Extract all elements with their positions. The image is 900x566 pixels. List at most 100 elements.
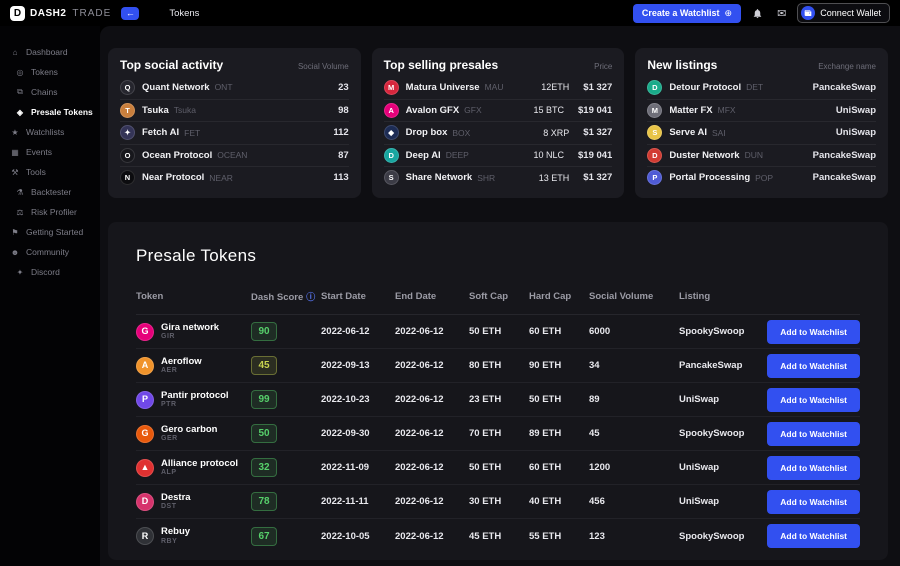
card-list-item[interactable]: D Duster Network DUN PancakeSwap xyxy=(647,144,876,167)
create-watchlist-label: Create a Watchlist xyxy=(642,8,720,18)
sidebar-item-label: Dashboard xyxy=(26,47,68,57)
token-value: PancakeSwap xyxy=(813,172,876,183)
actions-cell: Add to Watchlist xyxy=(764,320,860,344)
sidebar-item-label: Events xyxy=(26,147,52,157)
token-name: Gira network xyxy=(161,322,219,333)
dash-score-cell: 99 xyxy=(251,390,321,409)
sidebar-item[interactable]: ✦ Discord xyxy=(0,262,100,282)
add-to-watchlist-button[interactable]: Add to Watchlist xyxy=(767,524,860,548)
soft-cap: 50 ETH xyxy=(469,326,529,337)
social-volume: 6000 xyxy=(589,326,679,337)
token-ticker: AER xyxy=(161,367,202,375)
app-logo[interactable]: D DASH2 TRADE xyxy=(10,6,111,21)
sidebar-item[interactable]: ⧉ Chains xyxy=(0,82,100,102)
soft-cap: 45 ETH xyxy=(469,531,529,542)
sidebar-item-label: Risk Profiler xyxy=(31,207,77,217)
add-to-watchlist-button[interactable]: Add to Watchlist xyxy=(767,388,860,412)
token-ticker: FET xyxy=(184,128,200,138)
card-list-item[interactable]: D Deep AI DEEP 10 NLC $19 041 xyxy=(384,144,613,167)
info-icon[interactable]: ⓘ xyxy=(306,292,315,302)
table-row: A Aeroflow AER 45 2022-09-13 2022-06-12 … xyxy=(136,349,860,383)
sidebar-list: ⌂ Dashboard ◎ Tokens ⧉ Chains ◈ Presale … xyxy=(0,42,100,282)
sidebar-item-label: Getting Started xyxy=(26,227,83,237)
card-title: Top selling presales xyxy=(384,58,498,72)
card-list-item[interactable]: P Portal Processing POP PancakeSwap xyxy=(647,166,876,189)
sidebar-item-label: Tokens xyxy=(31,67,58,77)
create-watchlist-button[interactable]: Create a Watchlist ⊕ xyxy=(633,4,741,23)
sidebar-item-icon: ⌂ xyxy=(10,48,20,57)
soft-cap: 70 ETH xyxy=(469,428,529,439)
card-list-item[interactable]: A Avalon GFX GFX 15 BTC $19 041 xyxy=(384,99,613,122)
dash-score-cell: 67 xyxy=(251,527,321,546)
logo-text: DASH2 xyxy=(30,8,66,19)
sidebar-item-icon: ▦ xyxy=(10,148,20,157)
token-value: $1 327 xyxy=(583,172,612,183)
card-list-item[interactable]: S Serve AI SAI UniSwap xyxy=(647,121,876,144)
sidebar-item[interactable]: ★ Watchlists xyxy=(0,122,100,142)
token-value: UniSwap xyxy=(836,127,876,138)
add-to-watchlist-button[interactable]: Add to Watchlist xyxy=(767,422,860,446)
card-list-item[interactable]: O Ocean Protocol OCEAN 87 xyxy=(120,144,349,167)
messages-envelope-icon[interactable]: ✉ xyxy=(774,7,789,20)
end-date: 2022-06-12 xyxy=(395,462,469,473)
sidebar-item[interactable]: ▦ Events xyxy=(0,142,100,162)
sidebar-item[interactable]: ⚑ Getting Started xyxy=(0,222,100,242)
card-list-item[interactable]: D Detour Protocol DET PancakeSwap xyxy=(647,76,876,99)
add-to-watchlist-button[interactable]: Add to Watchlist xyxy=(767,354,860,378)
token-icon: D xyxy=(384,148,399,163)
card-list-item[interactable]: Q Quant Network ONT 23 xyxy=(120,76,349,99)
sidebar-item[interactable]: ⌂ Dashboard xyxy=(0,42,100,62)
token-ticker: BOX xyxy=(452,128,470,138)
token-icon: N xyxy=(120,170,135,185)
card-list-item[interactable]: T Tsuka Tsuka 98 xyxy=(120,99,349,122)
card-list-item[interactable]: N Near Protocol NEAR 113 xyxy=(120,166,349,189)
panel-title: Presale Tokens xyxy=(136,246,860,266)
card-list-item[interactable]: M Matter FX MFX UniSwap xyxy=(647,99,876,122)
start-date: 2022-09-30 xyxy=(321,428,395,439)
listing: SpookySwoop xyxy=(679,326,764,337)
add-to-watchlist-button[interactable]: Add to Watchlist xyxy=(767,490,860,514)
token-name: Pantir protocol xyxy=(161,390,229,401)
sidebar-item[interactable]: ⚒ Tools xyxy=(0,162,100,182)
card-list-item[interactable]: ◆ Drop box BOX 8 XRP $1 327 xyxy=(384,121,613,144)
token-icon: D xyxy=(136,493,154,511)
sidebar-item[interactable]: ⚖ Risk Profiler xyxy=(0,202,100,222)
actions-cell: Add to Watchlist xyxy=(764,456,860,480)
add-to-watchlist-button[interactable]: Add to Watchlist xyxy=(767,320,860,344)
token-icon: R xyxy=(136,527,154,545)
card-list-item[interactable]: S Share Network SHR 13 ETH $1 327 xyxy=(384,166,613,189)
token-name: Gero carbon xyxy=(161,424,218,435)
token-ticker: DUN xyxy=(745,150,763,160)
table-row: P Pantir protocol PTR 99 2022-10-23 2022… xyxy=(136,383,860,417)
sidebar-item[interactable]: ◈ Presale Tokens xyxy=(0,102,100,122)
dash-score-cell: 50 xyxy=(251,424,321,443)
token-cell: R Rebuy RBY xyxy=(136,526,251,546)
table-body: G Gira network GIR 90 2022-06-12 2022-06… xyxy=(136,315,860,553)
sidebar-item[interactable]: ⚗ Backtester xyxy=(0,182,100,202)
table-row: G Gira network GIR 90 2022-06-12 2022-06… xyxy=(136,315,860,349)
card-list-item[interactable]: ✦ Fetch AI FET 112 xyxy=(120,121,349,144)
sidebar-item-icon: ⧉ xyxy=(15,87,25,97)
sidebar-item-icon: ⚑ xyxy=(10,228,20,237)
card-top-selling-presales: Top selling presales Price M Matura Univ… xyxy=(372,48,625,198)
connect-wallet-button[interactable]: Connect Wallet xyxy=(797,3,890,23)
token-ticker: DEEP xyxy=(446,150,469,160)
sidebar-item-label: Chains xyxy=(31,87,57,97)
sidebar-item[interactable]: ◎ Tokens xyxy=(0,62,100,82)
token-ticker: ONT xyxy=(215,82,233,92)
col-header-social-volume: Social Volume xyxy=(589,291,679,302)
add-to-watchlist-button[interactable]: Add to Watchlist xyxy=(767,456,860,480)
token-ticker: NEAR xyxy=(209,173,233,183)
card-list-item[interactable]: M Matura Universe MAU 12ETH $1 327 xyxy=(384,76,613,99)
back-button[interactable]: ← xyxy=(121,7,139,20)
wallet-icon xyxy=(801,6,815,20)
token-cell: ▲ Alliance protocol ALP xyxy=(136,458,251,478)
sidebar-item[interactable]: ☻ Community xyxy=(0,242,100,262)
col-header-soft-cap: Soft Cap xyxy=(469,291,529,302)
token-name: Rebuy xyxy=(161,526,190,537)
token-icon: S xyxy=(384,170,399,185)
token-name: Aeroflow xyxy=(161,356,202,367)
token-name: Fetch AI xyxy=(142,127,179,138)
notifications-bell-icon[interactable] xyxy=(749,8,766,19)
token-ticker: MAU xyxy=(485,82,504,92)
